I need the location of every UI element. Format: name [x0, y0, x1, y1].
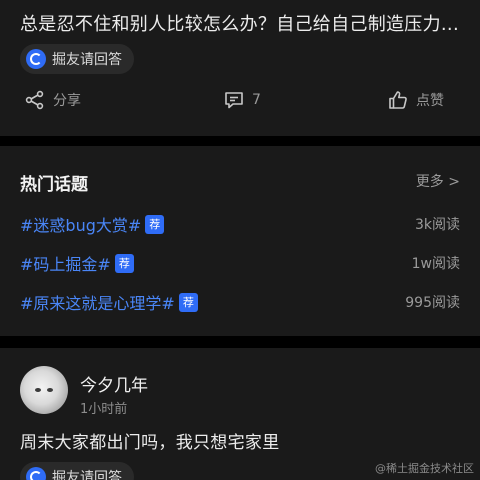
answer-button-label: 掘友请回答: [52, 470, 122, 480]
recommend-badge: 荐: [145, 214, 165, 234]
topic-reads: 3k阅读: [414, 217, 460, 233]
section-divider: [0, 136, 480, 146]
share-label: 分享: [53, 93, 81, 109]
thumbs-up-icon: [389, 91, 407, 109]
topic-reads: 995阅读: [405, 295, 460, 311]
topic-item[interactable]: #迷惑bug大赏# 荐 3k阅读: [20, 212, 460, 236]
post-time: 1小时前: [80, 402, 128, 417]
topic-name[interactable]: #迷惑bug大赏#: [20, 212, 141, 236]
topic-name[interactable]: #码上掘金#: [20, 251, 111, 275]
post-title[interactable]: 总是忍不住和别人比较怎么办？自己给自己制造压力...: [20, 10, 470, 36]
comment-count: 7: [252, 92, 261, 108]
answer-button[interactable]: 掘友请回答: [20, 462, 134, 480]
more-topics-link[interactable]: 更多 >: [416, 171, 460, 191]
like-label: 点赞: [416, 93, 444, 109]
topic-reads: 1w阅读: [411, 256, 460, 272]
post-card-1: 总是忍不住和别人比较怎么办？自己给自己制造压力... 掘友请回答 分享 7 点赞: [0, 0, 480, 136]
topic-name[interactable]: #原来这就是心理学#: [20, 290, 175, 314]
section-divider: [0, 336, 480, 348]
share-icon: [25, 90, 44, 110]
answer-button[interactable]: 掘友请回答: [20, 44, 134, 74]
recommend-badge: 荐: [114, 253, 134, 273]
like-button[interactable]: 点赞: [388, 84, 444, 116]
topic-item[interactable]: #原来这就是心理学# 荐 995阅读: [20, 290, 460, 314]
comment-icon: [225, 92, 243, 109]
topic-item[interactable]: #码上掘金# 荐 1w阅读: [20, 251, 460, 275]
watermark: @稀土掘金技术社区: [375, 462, 474, 475]
share-button[interactable]: 分享: [25, 84, 81, 116]
answer-button-label: 掘友请回答: [52, 52, 122, 68]
post-actions: 分享 7 点赞: [0, 84, 480, 116]
avatar[interactable]: [20, 366, 68, 414]
hot-topics-title: 热门话题: [20, 175, 88, 195]
juejin-logo-icon: [26, 467, 46, 480]
comment-button[interactable]: 7: [224, 84, 261, 116]
post-text[interactable]: 周末大家都出门吗，我只想宅家里: [20, 428, 280, 453]
juejin-logo-icon: [26, 49, 46, 69]
username[interactable]: 今夕几年: [80, 371, 148, 396]
recommend-badge: 荐: [178, 292, 198, 312]
